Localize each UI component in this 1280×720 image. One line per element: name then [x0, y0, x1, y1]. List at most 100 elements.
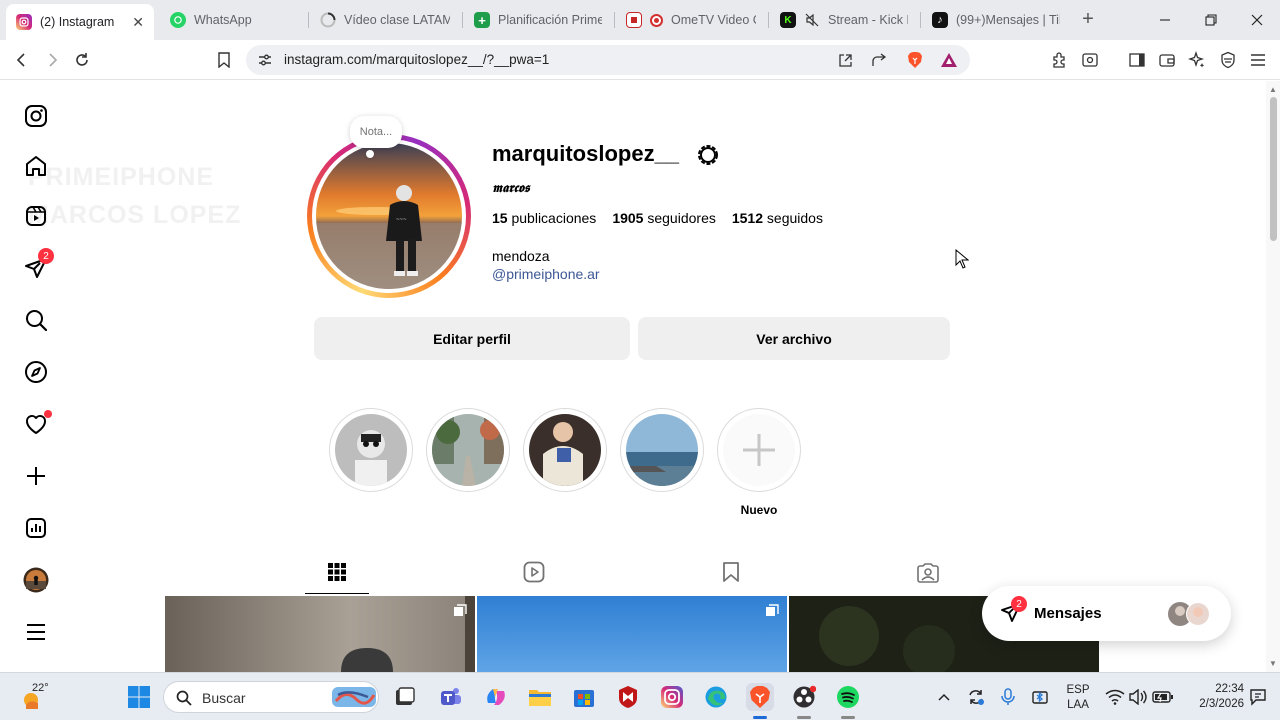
- multiple-images-icon: [766, 604, 779, 616]
- tab-planificacion[interactable]: + Planificación Prime: [464, 4, 612, 36]
- scrollbar-thumb[interactable]: [1270, 97, 1277, 241]
- scroll-down-arrow-icon[interactable]: ▼: [1269, 659, 1277, 668]
- windows-start-icon[interactable]: [125, 683, 153, 711]
- view-archive-button[interactable]: Ver archivo: [638, 317, 950, 360]
- sync-icon[interactable]: [962, 683, 990, 711]
- open-in-app-icon[interactable]: [836, 51, 854, 69]
- story-highlight[interactable]: [426, 408, 510, 492]
- site-settings-icon[interactable]: [256, 51, 274, 69]
- explore-compass-icon[interactable]: [22, 358, 50, 386]
- minimize-window-icon[interactable]: [1142, 0, 1188, 40]
- tab-title: Vídeo clase LATAM: [344, 13, 450, 27]
- reels-icon[interactable]: [22, 202, 50, 230]
- instagram-app-icon[interactable]: [658, 683, 686, 711]
- brave-rewards-icon[interactable]: [940, 51, 958, 69]
- close-tab-icon[interactable]: ✕: [132, 14, 144, 31]
- post-thumbnail[interactable]: [477, 596, 787, 672]
- weather-widget[interactable]: 22°: [18, 681, 78, 713]
- taskbar-search-placeholder: Buscar: [202, 690, 246, 706]
- forward-arrow-icon[interactable]: [40, 48, 64, 72]
- home-icon[interactable]: [22, 152, 50, 180]
- address-bar[interactable]: instagram.com/marquitoslopez__/?__pwa=1: [246, 45, 970, 75]
- followers-stat[interactable]: 1905 seguidores: [612, 210, 716, 226]
- posts-grid-tab-icon[interactable]: [325, 560, 349, 584]
- page-scrollbar[interactable]: ▲ ▼: [1266, 81, 1280, 673]
- note-bubble-tail: [366, 150, 374, 158]
- profile-username: marquitoslopez__: [492, 141, 680, 166]
- tab-ometv[interactable]: OmeTV Video C: [616, 4, 766, 36]
- share-icon[interactable]: [870, 51, 888, 69]
- new-highlight-button[interactable]: [717, 408, 801, 492]
- new-tab-button[interactable]: +: [1078, 8, 1098, 31]
- post-thumbnail[interactable]: [165, 596, 475, 672]
- tab-title: (99+)Mensajes | Tik: [956, 13, 1060, 27]
- restore-window-icon[interactable]: [1188, 0, 1234, 40]
- volume-icon[interactable]: [1124, 683, 1152, 711]
- instagram-logo-icon[interactable]: [22, 102, 50, 130]
- taskbar-search-box[interactable]: Buscar: [163, 681, 379, 713]
- tagged-tab-icon[interactable]: [916, 560, 940, 584]
- notifications-heart-icon[interactable]: [22, 410, 52, 438]
- scroll-up-arrow-icon[interactable]: ▲: [1269, 85, 1277, 94]
- brave-shields-icon[interactable]: [906, 51, 924, 69]
- following-stat[interactable]: 1512 seguidos: [732, 210, 823, 226]
- show-hidden-icons-chevron-icon[interactable]: [930, 683, 958, 711]
- tab-tiktok[interactable]: ♪ (99+)Mensajes | Tik: [922, 4, 1070, 36]
- microsoft-store-icon[interactable]: [570, 683, 598, 711]
- notification-center-icon[interactable]: [1244, 683, 1272, 711]
- clock-time: 22:34: [1215, 683, 1244, 695]
- obs-icon[interactable]: [790, 683, 818, 711]
- brave-taskbar-icon[interactable]: [746, 683, 774, 711]
- more-menu-icon[interactable]: [22, 618, 50, 646]
- dashboard-insights-icon[interactable]: [22, 514, 50, 542]
- file-explorer-icon[interactable]: [526, 683, 554, 711]
- task-view-icon[interactable]: [391, 683, 419, 711]
- reading-mode-icon[interactable]: [1080, 50, 1100, 70]
- sidebar-toggle-icon[interactable]: [1127, 50, 1147, 70]
- menu-hamburger-icon[interactable]: [1248, 50, 1268, 70]
- extensions-icon[interactable]: [1050, 50, 1070, 70]
- mcafee-icon[interactable]: [614, 683, 642, 711]
- muted-speaker-icon[interactable]: [804, 12, 820, 28]
- back-arrow-icon[interactable]: [10, 48, 34, 72]
- settings-gear-icon[interactable]: [696, 143, 720, 167]
- leo-ai-icon[interactable]: [1187, 50, 1207, 70]
- spotify-icon[interactable]: [834, 683, 862, 711]
- wallet-icon[interactable]: [1157, 50, 1177, 70]
- microphone-icon[interactable]: [994, 683, 1022, 711]
- edit-profile-button[interactable]: Editar perfil: [314, 317, 630, 360]
- bluetooth-device-icon[interactable]: [1026, 683, 1054, 711]
- profile-bio: mendoza: [492, 248, 550, 264]
- url-text[interactable]: instagram.com/marquitoslopez__/?__pwa=1: [284, 52, 549, 67]
- story-highlight[interactable]: [523, 408, 607, 492]
- tab-whatsapp[interactable]: WhatsApp: [160, 4, 306, 36]
- note-bubble[interactable]: Nota...: [350, 116, 402, 148]
- teams-icon[interactable]: [437, 683, 465, 711]
- messages-icon[interactable]: 2: [22, 248, 54, 282]
- messages-floating-button[interactable]: 2 Mensajes: [982, 586, 1231, 641]
- saved-tab-icon[interactable]: [719, 560, 743, 584]
- tab-video-clase[interactable]: Vídeo clase LATAM: [310, 4, 460, 36]
- contact-avatars: [1168, 602, 1210, 626]
- copilot-icon[interactable]: [482, 683, 510, 711]
- profile-fullname: 𝖒𝖆𝖗𝖈𝖔𝖘: [492, 181, 530, 196]
- tab-instagram[interactable]: (2) Instagram ✕: [6, 4, 154, 40]
- system-clock[interactable]: 22:34 2/3/2026: [1180, 682, 1244, 712]
- story-highlight[interactable]: [620, 408, 704, 492]
- edge-icon[interactable]: [702, 683, 730, 711]
- search-icon[interactable]: [22, 306, 50, 334]
- bookmark-icon[interactable]: [212, 48, 236, 72]
- close-window-icon[interactable]: [1234, 0, 1280, 40]
- reload-icon[interactable]: [70, 48, 94, 72]
- recording-icon: [650, 13, 663, 27]
- tab-kick[interactable]: K Stream - Kick D: [770, 4, 918, 36]
- battery-icon[interactable]: [1149, 683, 1177, 711]
- vpn-shield-icon[interactable]: [1218, 50, 1238, 70]
- create-plus-icon[interactable]: [22, 462, 50, 490]
- story-highlight[interactable]: [329, 408, 413, 492]
- bio-link[interactable]: @primeiphone.ar: [492, 266, 600, 282]
- reels-tab-icon[interactable]: [522, 560, 546, 584]
- input-language[interactable]: ESP LAA: [1062, 683, 1094, 713]
- profile-picture-ring[interactable]: ~~~: [307, 134, 471, 298]
- profile-avatar[interactable]: [22, 566, 50, 594]
